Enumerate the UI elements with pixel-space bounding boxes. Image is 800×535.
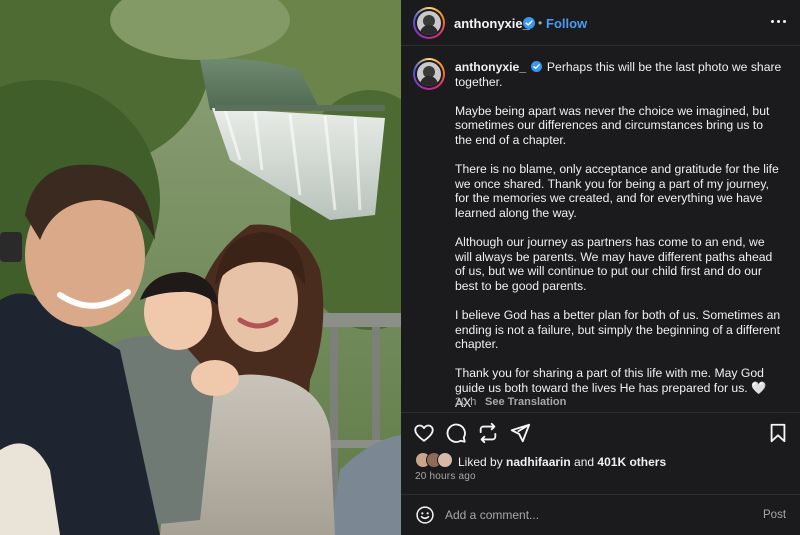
caption-paragraph: Although our journey as partners has com… [455,235,773,293]
separator-dot: • [538,16,543,30]
follow-button[interactable]: Follow [546,16,587,31]
likes-prefix: Liked by [458,455,507,469]
post-side-panel: anthonyxie_ • Follow anthonyxie_ Perhaps… [401,0,800,535]
caption-paragraph: I believe God has a better plan for both… [455,308,781,352]
emoji-icon[interactable] [415,505,435,525]
caption-relative-time: 20 h [455,396,477,408]
comment-bar: Post [401,494,800,535]
more-options-icon[interactable] [771,20,787,24]
post-timestamp[interactable]: 20 hours ago [415,471,476,482]
heart-icon[interactable] [413,422,435,444]
caption-scroll-area[interactable]: anthonyxie_ Perhaps this will be the las… [401,46,800,412]
family-waterfall-photo [0,0,401,535]
author-avatar[interactable] [413,7,445,39]
verified-badge-icon [530,61,542,72]
caption-username[interactable]: anthonyxie_ [455,60,526,74]
caption-author-avatar[interactable] [413,58,445,90]
likes-conjunction: and [570,455,598,469]
caption-paragraph: There is no blame, only acceptance and g… [455,162,779,220]
post-comment-button[interactable]: Post [763,509,786,521]
author-username[interactable]: anthonyxie_ [454,16,530,31]
bookmark-icon[interactable] [767,422,789,444]
post-header: anthonyxie_ • Follow [401,0,800,46]
likes-row: Liked by nadhifaarin and 401K others [415,452,795,472]
post-caption: anthonyxie_ Perhaps this will be the las… [455,60,783,412]
repost-icon[interactable] [477,422,499,444]
liker-avatar[interactable] [437,452,453,468]
see-translation-link[interactable]: See Translation [485,396,566,408]
comment-icon[interactable] [445,422,467,444]
verified-badge-icon [523,17,535,29]
likes-summary: Liked by nadhifaarin and 401K others [458,455,666,469]
comment-input[interactable] [445,503,745,527]
share-icon[interactable] [509,422,531,444]
liked-by-username[interactable]: nadhifaarin [506,455,571,469]
caption-paragraph: Maybe being apart was never the choice w… [455,103,770,147]
action-bar [401,412,800,450]
post-photo[interactable] [0,0,401,535]
likes-others-link[interactable]: 401K others [597,455,666,469]
